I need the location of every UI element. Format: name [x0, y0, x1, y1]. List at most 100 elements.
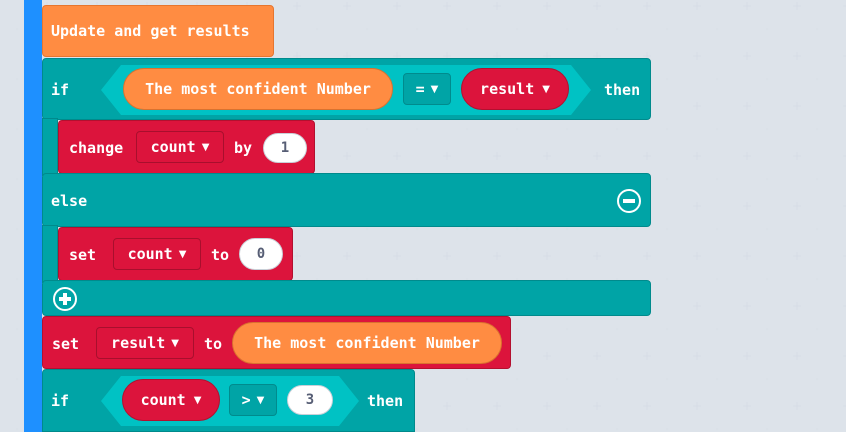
grid-plus-mark: +: [742, 249, 753, 263]
grid-plus-mark: +: [492, 399, 503, 413]
confident-number-reporter[interactable]: The most confident Number: [123, 68, 393, 110]
grid-plus-mark: +: [592, 249, 603, 263]
set-keyword-2: set: [52, 335, 80, 353]
grid-plus-mark: +: [342, 249, 353, 263]
plus-circle-icon[interactable]: [53, 287, 77, 311]
grid-plus-mark: +: [642, 149, 653, 163]
set-result-block[interactable]: set result ▼ to The most confident Numbe…: [42, 316, 511, 369]
grid-plus-mark: +: [792, 249, 803, 263]
grid-plus-mark: +: [642, 349, 653, 363]
grid-plus-mark: +: [842, 400, 846, 412]
grid-plus-mark: +: [842, 250, 846, 262]
confident-number-label-2: The most confident Number: [254, 334, 480, 352]
grid-plus-mark: +: [792, 149, 803, 163]
grid-plus-mark: +: [392, 149, 403, 163]
operator-dropdown[interactable]: = ▼: [403, 73, 451, 105]
grid-plus-mark: +: [692, 299, 703, 313]
by-keyword: by: [234, 139, 253, 157]
set-keyword: set: [69, 246, 97, 264]
operator-dropdown-2[interactable]: > ▼: [229, 384, 277, 416]
grid-plus-mark: +: [442, 149, 453, 163]
event-block-stripe[interactable]: [24, 0, 42, 432]
grid-plus-mark: +: [692, 399, 703, 413]
grid-plus-mark: +: [592, 0, 603, 13]
result-variable-label: result: [480, 80, 535, 98]
grid-plus-mark: +: [842, 200, 846, 212]
result-variable-label-2: result: [111, 334, 166, 352]
grid-plus-mark: +: [442, 399, 453, 413]
grid-plus-mark: +: [742, 399, 753, 413]
chevron-down-icon: ▼: [542, 83, 550, 95]
grid-plus-mark: +: [692, 349, 703, 363]
set-value-input[interactable]: 0: [239, 238, 283, 270]
if-count-block[interactable]: if count ▼ > ▼ 3 then: [42, 369, 415, 432]
then-keyword: then: [604, 81, 641, 99]
minus-circle-icon[interactable]: [617, 189, 641, 213]
compare-value-input[interactable]: 3: [287, 385, 333, 415]
grid-plus-mark: +: [642, 249, 653, 263]
chevron-down-icon: ▼: [178, 248, 187, 260]
grid-plus-mark: +: [842, 350, 846, 362]
update-results-block[interactable]: Update and get results: [42, 5, 274, 57]
count-variable-dropdown[interactable]: count ▼: [136, 131, 224, 163]
grid-plus-mark: +: [742, 49, 753, 63]
count-variable-label-2: count: [127, 245, 173, 263]
change-value-text: 1: [280, 140, 290, 156]
set-count-block[interactable]: set count ▼ to 0: [58, 227, 293, 281]
grid-plus-mark: +: [592, 149, 603, 163]
to-keyword: to: [211, 246, 230, 264]
grid-plus-mark: +: [592, 349, 603, 363]
confident-number-reporter-2[interactable]: The most confident Number: [232, 322, 502, 364]
grid-plus-mark: +: [692, 99, 703, 113]
grid-plus-mark: +: [342, 149, 353, 163]
if-keyword-2: if: [51, 392, 70, 410]
count-variable-label: count: [150, 138, 196, 156]
grid-plus-mark: +: [542, 399, 553, 413]
chevron-down-icon: ▼: [171, 337, 179, 349]
grid-plus-mark: +: [742, 99, 753, 113]
set-value-text: 0: [256, 246, 266, 262]
grid-plus-mark: +: [792, 349, 803, 363]
grid-plus-mark: +: [592, 399, 603, 413]
operator-label-2: >: [241, 391, 251, 409]
if-keyword: if: [51, 81, 70, 99]
compare-value-text: 3: [305, 392, 315, 408]
grid-plus-mark: +: [442, 0, 453, 13]
change-keyword: change: [69, 139, 124, 157]
grid-plus-mark: +: [842, 100, 846, 112]
grid-plus-mark: +: [792, 0, 803, 13]
grid-plus-mark: +: [542, 249, 553, 263]
grid-plus-mark: +: [292, 249, 303, 263]
if-then-else-block[interactable]: if The most confident Number = ▼ result …: [42, 58, 651, 120]
chevron-down-icon: ▼: [201, 141, 210, 153]
grid-plus-mark: +: [492, 149, 503, 163]
else-section[interactable]: else: [42, 173, 651, 227]
grid-plus-mark: +: [792, 299, 803, 313]
then-keyword-2: then: [367, 392, 404, 410]
grid-plus-mark: +: [542, 149, 553, 163]
grid-plus-mark: +: [342, 0, 353, 13]
else-keyword: else: [51, 192, 88, 210]
grid-plus-mark: +: [492, 0, 503, 13]
change-count-block[interactable]: change count ▼ by 1: [58, 120, 315, 174]
change-value-input[interactable]: 1: [263, 133, 307, 163]
result-variable-reporter[interactable]: result ▼: [461, 68, 569, 110]
grid-plus-mark: +: [292, 0, 303, 13]
grid-plus-mark: +: [692, 49, 703, 63]
to-keyword-2: to: [204, 335, 223, 353]
confident-number-label: The most confident Number: [145, 80, 371, 98]
grid-plus-mark: +: [792, 199, 803, 213]
count-variable-reporter[interactable]: count ▼: [122, 379, 220, 421]
grid-plus-mark: +: [442, 249, 453, 263]
if-block-footer[interactable]: [42, 280, 651, 316]
grid-plus-mark: +: [842, 300, 846, 312]
grid-plus-mark: +: [642, 399, 653, 413]
if-arm: [42, 118, 58, 176]
chevron-down-icon: ▼: [256, 394, 265, 406]
grid-plus-mark: +: [842, 150, 846, 162]
grid-plus-mark: +: [692, 249, 703, 263]
grid-plus-mark: +: [392, 0, 403, 13]
grid-plus-mark: +: [392, 249, 403, 263]
result-variable-dropdown[interactable]: result ▼: [96, 327, 194, 359]
count-variable-dropdown-2[interactable]: count ▼: [113, 238, 201, 270]
